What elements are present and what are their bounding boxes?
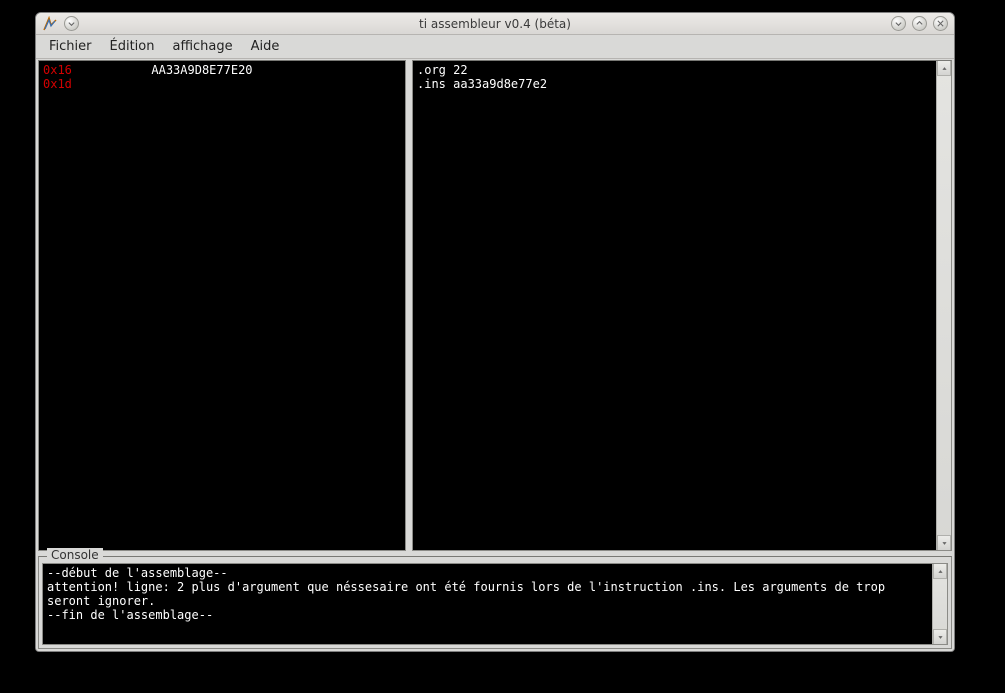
menu-view[interactable]: affichage (163, 36, 241, 57)
source-scrollbar[interactable] (936, 61, 951, 550)
source-text[interactable]: .org 22 .ins aa33a9d8e77e2 (413, 61, 936, 550)
console-frame: Console --début de l'assemblage-- attent… (38, 556, 952, 649)
scroll-down-button[interactable] (937, 535, 951, 550)
menu-file[interactable]: Fichier (40, 36, 101, 57)
titlebar: ti assembleur v0.4 (béta) (36, 13, 954, 35)
menubar: Fichier Édition affichage Aide (36, 35, 954, 59)
disassembly-pane: 0x16 AA33A9D8E77E20 0x1d (38, 60, 406, 551)
menu-help[interactable]: Aide (242, 36, 289, 57)
close-button[interactable] (933, 16, 948, 31)
console-output[interactable]: --début de l'assemblage-- attention! lig… (43, 564, 932, 644)
console-scrollbar[interactable] (932, 564, 947, 644)
content-area: 0x16 AA33A9D8E77E20 0x1d .org 22 .ins aa… (36, 59, 954, 651)
disassembly-text[interactable]: 0x16 AA33A9D8E77E20 0x1d (39, 61, 405, 550)
scroll-down-button[interactable] (933, 629, 947, 644)
scroll-up-button[interactable] (933, 564, 947, 579)
minimize-button[interactable] (891, 16, 906, 31)
menu-round-button[interactable] (64, 16, 79, 31)
scroll-up-button[interactable] (937, 61, 951, 76)
source-pane: .org 22 .ins aa33a9d8e77e2 (412, 60, 952, 551)
app-icon (42, 16, 58, 32)
window-title: ti assembleur v0.4 (béta) (36, 17, 954, 31)
app-window: ti assembleur v0.4 (béta) Fichier Éditio… (35, 12, 955, 652)
console-label: Console (47, 548, 103, 562)
maximize-button[interactable] (912, 16, 927, 31)
menu-edit[interactable]: Édition (101, 36, 164, 57)
